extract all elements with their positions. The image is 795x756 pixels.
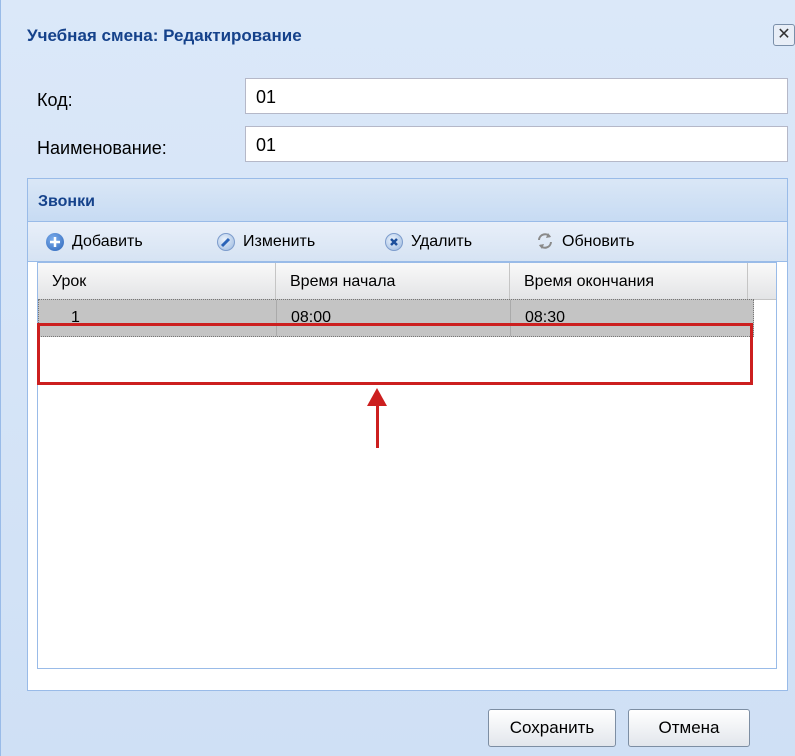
cancel-button[interactable]: Отмена: [628, 709, 750, 747]
delete-label: Удалить: [411, 233, 473, 250]
edit-button[interactable]: Изменить: [217, 230, 315, 254]
refresh-button[interactable]: Обновить: [536, 230, 634, 254]
column-header-lesson[interactable]: Урок: [38, 263, 276, 299]
column-header-start[interactable]: Время начала: [276, 263, 510, 299]
delete-x-icon: [385, 233, 403, 251]
delete-button[interactable]: Удалить: [385, 230, 472, 254]
name-input[interactable]: 01: [245, 126, 788, 162]
column-header-end[interactable]: Время окончания: [510, 263, 748, 299]
plus-icon: [46, 233, 64, 251]
code-label: Код:: [37, 90, 73, 110]
refresh-label: Обновить: [562, 233, 635, 250]
edit-label: Изменить: [243, 233, 316, 250]
close-button[interactable]: ✕: [773, 24, 795, 46]
name-label: Наименование:: [37, 138, 167, 158]
bells-panel: Звонки Добавить Изменить Удалить Обновит…: [27, 178, 788, 691]
edit-shift-dialog: Учебная смена: Редактирование ✕ Код: 01 …: [0, 0, 795, 756]
row-highlight-box: [37, 323, 753, 385]
annotation-arrow: [376, 402, 379, 448]
bells-toolbar: Добавить Изменить Удалить Обновить: [28, 222, 787, 262]
close-icon: ✕: [777, 26, 791, 43]
pencil-icon: [217, 233, 235, 251]
grid-header: Урок Время начала Время окончания: [38, 263, 776, 300]
bells-panel-title: Звонки: [28, 179, 787, 222]
dialog-title: Учебная смена: Редактирование: [27, 26, 302, 45]
save-button[interactable]: Сохранить: [488, 709, 616, 747]
refresh-icon: [536, 233, 554, 251]
code-input[interactable]: 01: [245, 78, 788, 114]
add-button[interactable]: Добавить: [46, 230, 143, 254]
add-label: Добавить: [72, 233, 143, 250]
